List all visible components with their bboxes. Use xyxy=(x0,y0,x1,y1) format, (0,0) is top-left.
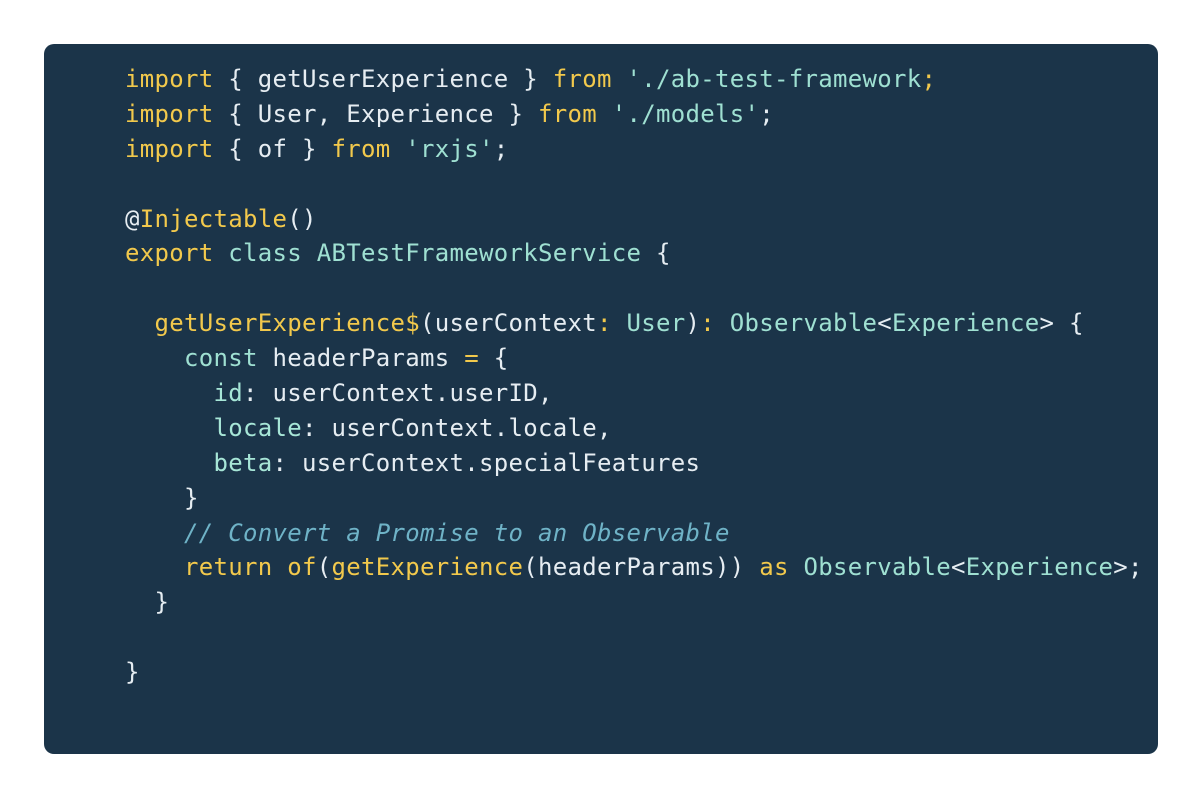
code-token: as xyxy=(759,553,789,582)
code-token: } xyxy=(125,658,140,687)
code-token: locale xyxy=(213,413,302,442)
code-line: } xyxy=(125,655,1158,690)
code-token: 'rxjs' xyxy=(405,134,494,163)
code-token: (headerParams)) xyxy=(523,553,760,582)
code-token: : userContext.userID, xyxy=(243,379,553,408)
code-line: // Convert a Promise to an Observable xyxy=(125,516,1158,551)
code-token: './models' xyxy=(611,99,760,128)
code-line: locale: userContext.locale, xyxy=(125,411,1158,446)
code-token: < xyxy=(951,553,966,582)
code-token: > { xyxy=(1039,309,1084,338)
code-line: export class ABTestFrameworkService { xyxy=(125,236,1158,271)
code-token: ; xyxy=(493,134,509,163)
code-line: id: userContext.userID, xyxy=(125,376,1158,411)
code-token: of xyxy=(287,553,317,582)
code-token: : userContext.locale, xyxy=(302,413,612,442)
code-token: ( xyxy=(316,553,332,582)
code-line: } xyxy=(125,585,1158,620)
code-token: : userContext.specialFeatures xyxy=(272,448,701,477)
code-token: headerParams xyxy=(257,344,465,373)
code-line: getUserExperience$(userContext: User): O… xyxy=(125,306,1158,341)
code-line: @Injectable() xyxy=(125,202,1158,237)
code-token: @ xyxy=(125,204,140,233)
code-token: export xyxy=(125,239,214,268)
code-token: import xyxy=(125,65,214,93)
code-token: ; xyxy=(759,99,774,128)
code-token: import xyxy=(125,134,214,163)
code-token: { getUserExperience } xyxy=(213,65,553,93)
code-token: { xyxy=(641,239,671,268)
code-token: >; xyxy=(1113,553,1143,582)
code-token: : xyxy=(597,309,612,338)
code-line: import { User, Experience } from './mode… xyxy=(125,97,1158,132)
code-token: from xyxy=(331,134,391,163)
code-line: } xyxy=(125,481,1158,516)
code-token: (userContext xyxy=(420,309,597,338)
code-token: getUserExperience$ xyxy=(154,309,420,338)
code-token: { of } xyxy=(213,134,332,163)
code-token: ABTestFrameworkService xyxy=(316,239,642,268)
code-token: beta xyxy=(213,448,273,477)
code-token: const xyxy=(184,344,258,373)
code-token: Observable xyxy=(729,309,878,338)
code-token: './ab-test-framework xyxy=(626,65,922,93)
code-token: ) xyxy=(685,309,701,338)
code-token: < xyxy=(877,309,892,338)
code-token: from xyxy=(552,65,612,93)
code-token: ; xyxy=(921,65,937,93)
code-token: getExperience xyxy=(331,553,524,582)
code-token: Injectable xyxy=(139,204,288,233)
code-token: : xyxy=(700,309,715,338)
code-token: Experience xyxy=(965,553,1114,582)
code-token: return xyxy=(184,553,273,582)
code-token: } xyxy=(125,483,199,512)
code-lines: import { getUserExperience } from './ab-… xyxy=(125,62,1158,690)
code-token: () xyxy=(287,204,317,233)
code-token: // Convert a Promise to an Observable xyxy=(125,518,730,547)
code-token: } xyxy=(125,588,170,617)
code-line: import { getUserExperience } from './ab-… xyxy=(125,62,1158,97)
code-token: Observable xyxy=(803,553,951,582)
code-line: beta: userContext.specialFeatures xyxy=(125,446,1158,481)
code-line: const headerParams = { xyxy=(125,341,1158,376)
code-token: class xyxy=(228,239,302,268)
code-token: id xyxy=(213,379,243,408)
code-line: return of(getExperience(headerParams)) a… xyxy=(125,550,1158,585)
code-token: User xyxy=(626,309,686,338)
code-token: from xyxy=(537,99,597,128)
code-block: import { getUserExperience } from './ab-… xyxy=(44,44,1158,754)
code-line: import { of } from 'rxjs'; xyxy=(125,132,1158,167)
code-token: Experience xyxy=(892,309,1040,338)
code-token: = xyxy=(464,344,479,373)
code-token: { xyxy=(479,344,509,373)
code-token: import xyxy=(125,99,214,128)
code-token: { User, Experience } xyxy=(213,99,538,128)
